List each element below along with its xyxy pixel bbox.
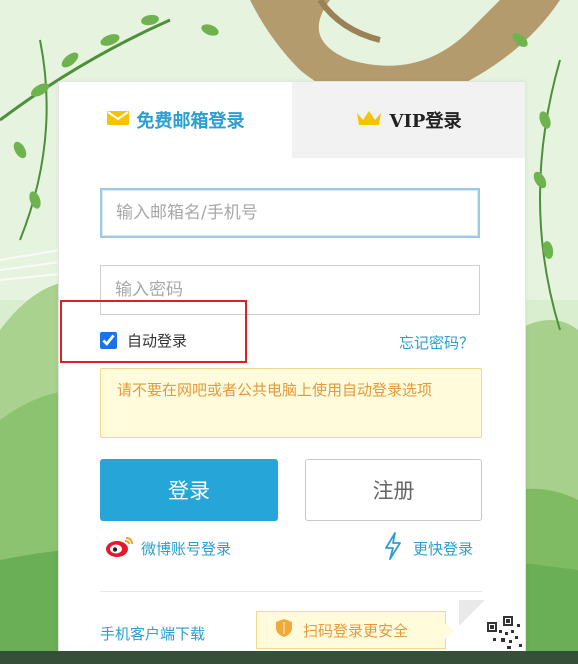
auto-login-warning: 请不要在网吧或者公共电脑上使用自动登录选项 [100,368,482,438]
envelope-icon [106,110,129,130]
lightning-icon [383,532,403,564]
auto-login-label: 自动登录 [127,332,188,350]
login-panel: 免费邮箱登录 VIP登录 自动登录 忘记密码？ 请不要在网吧或者公共电脑上使用自… [58,81,526,653]
fast-login-label: 更快登录 [413,539,474,558]
tab-vip-login[interactable]: VIP登录 [292,82,525,158]
qr-login-tip-text: 扫码登录更安全 [303,621,409,640]
qr-login-tip: 扫码登录更安全 [256,611,454,649]
tab-free-mail-login[interactable]: 免费邮箱登录 [59,82,292,158]
weibo-login-link[interactable]: 微博账号登录 [105,534,231,562]
register-button[interactable]: 注册 [305,459,482,521]
weibo-icon [105,534,135,562]
shield-icon [275,618,293,642]
weibo-login-label: 微博账号登录 [141,539,232,558]
email-input[interactable] [100,188,480,238]
qr-code-icon[interactable] [459,600,525,652]
mobile-client-download-link[interactable]: 手机客户端下载 [100,623,205,644]
tab-free-label: 免费邮箱登录 [136,111,245,132]
auto-login-row[interactable]: 自动登录 [100,330,187,351]
divider [100,591,482,592]
auto-login-checkbox[interactable] [100,332,117,349]
fast-login-link[interactable]: 更快登录 [383,532,473,564]
forgot-password-link[interactable]: 忘记密码？ [399,332,474,353]
crown-icon [356,109,382,131]
password-input[interactable] [100,265,480,315]
login-button[interactable]: 登录 [100,459,278,521]
bottom-strip [0,651,578,664]
tab-vip-label: VIP登录 [389,111,462,132]
login-tabs: 免费邮箱登录 VIP登录 [59,82,525,158]
